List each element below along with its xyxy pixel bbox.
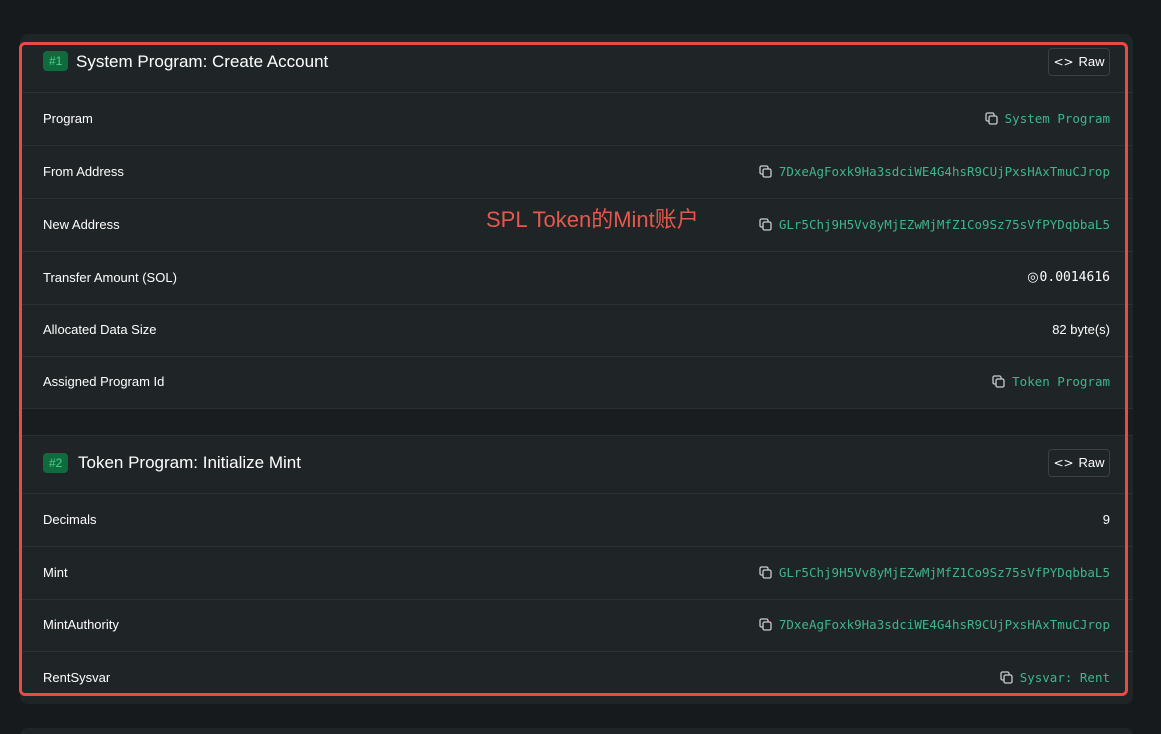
row-rent-sysvar: RentSysvar Sysvar: Rent bbox=[20, 652, 1133, 704]
row-label: MintAuthority bbox=[43, 617, 119, 632]
row-label: Transfer Amount (SOL) bbox=[43, 270, 177, 285]
instruction-2: #2 Token Program: Initialize Mint <> Raw … bbox=[20, 435, 1133, 704]
assigned-program-link[interactable]: Token Program bbox=[992, 356, 1110, 408]
copy-icon[interactable] bbox=[759, 218, 772, 231]
row-label: Assigned Program Id bbox=[43, 374, 165, 389]
copy-icon[interactable] bbox=[984, 112, 998, 125]
row-program: Program System Program bbox=[20, 93, 1133, 146]
raw-button[interactable]: <> Raw bbox=[1048, 48, 1110, 76]
code-icon: <> bbox=[1053, 55, 1074, 69]
instruction-title: Token Program: Initialize Mint bbox=[78, 453, 301, 472]
row-label: Decimals bbox=[43, 512, 97, 527]
row-value[interactable]: Sysvar: Rent bbox=[1020, 670, 1110, 685]
raw-button[interactable]: <> Raw bbox=[1048, 449, 1110, 477]
row-label: Allocated Data Size bbox=[43, 322, 157, 337]
row-value[interactable]: 7DxeAgFoxk9Ha3sdciWE4G4hsR9CUjPxsHAxTmuC… bbox=[779, 617, 1110, 632]
row-value[interactable]: System Program bbox=[1005, 111, 1110, 126]
row-value[interactable]: Token Program bbox=[1012, 374, 1110, 389]
instruction-number-badge: #1 bbox=[43, 51, 69, 71]
copy-icon[interactable] bbox=[759, 165, 772, 178]
code-icon: <> bbox=[1053, 456, 1074, 470]
row-value[interactable]: GLr5Chj9H5Vv8yMjEZwMjMfZ1Co9Sz75sVfPYDqb… bbox=[779, 217, 1110, 232]
copy-icon[interactable] bbox=[992, 375, 1005, 388]
transfer-amount-value: ◎0.0014616 bbox=[1027, 252, 1110, 304]
sol-icon: ◎ bbox=[1027, 270, 1039, 285]
copy-icon[interactable] bbox=[759, 618, 772, 631]
row-label: RentSysvar bbox=[43, 670, 111, 685]
row-value: 0.0014616 bbox=[1039, 270, 1110, 285]
allocated-size-value: 82 byte(s) bbox=[1052, 322, 1110, 337]
row-allocated-size: Allocated Data Size 82 byte(s) bbox=[20, 304, 1133, 357]
copy-icon[interactable] bbox=[1000, 671, 1013, 684]
from-address-link[interactable]: 7DxeAgFoxk9Ha3sdciWE4G4hsR9CUjPxsHAxTmuC… bbox=[759, 146, 1110, 198]
instruction-2-header: #2 Token Program: Initialize Mint <> Raw bbox=[20, 435, 1133, 494]
instruction-1-header: #1 System Program: Create Account <> Raw bbox=[20, 34, 1133, 93]
row-label: Program bbox=[43, 111, 93, 126]
row-mint: Mint GLr5Chj9H5Vv8yMjEZwMjMfZ1Co9Sz75sVf… bbox=[20, 547, 1133, 600]
instruction-title: System Program: Create Account bbox=[76, 52, 329, 71]
instructions-card: #1 System Program: Create Account <> Raw … bbox=[20, 34, 1133, 704]
rent-sysvar-link[interactable]: Sysvar: Rent bbox=[1000, 652, 1110, 704]
instruction-number-badge: #2 bbox=[43, 453, 69, 473]
annotation-label: SPL Token的Mint账户 bbox=[486, 207, 699, 232]
row-assigned-program: Assigned Program Id Token Program bbox=[20, 356, 1133, 408]
raw-button-label: Raw bbox=[1078, 54, 1105, 69]
row-label: Mint bbox=[43, 565, 68, 580]
row-label: From Address bbox=[43, 164, 124, 179]
page: #1 System Program: Create Account <> Raw … bbox=[0, 0, 1161, 734]
row-decimals: Decimals 9 bbox=[20, 494, 1133, 547]
instruction-separator bbox=[20, 408, 1133, 436]
next-card-edge bbox=[20, 728, 1133, 734]
row-transfer-amount: Transfer Amount (SOL) ◎0.0014616 bbox=[20, 252, 1133, 305]
row-from-address: From Address 7DxeAgFoxk9Ha3sdciWE4G4hsR9… bbox=[20, 146, 1133, 199]
decimals-value: 9 bbox=[1102, 512, 1110, 527]
copy-icon[interactable] bbox=[759, 566, 772, 579]
program-link[interactable]: System Program bbox=[984, 93, 1110, 145]
new-address-link[interactable]: GLr5Chj9H5Vv8yMjEZwMjMfZ1Co9Sz75sVfPYDqb… bbox=[759, 199, 1110, 251]
row-value[interactable]: GLr5Chj9H5Vv8yMjEZwMjMfZ1Co9Sz75sVfPYDqb… bbox=[779, 565, 1110, 580]
raw-button-label: Raw bbox=[1078, 455, 1105, 470]
row-mint-authority: MintAuthority 7DxeAgFoxk9Ha3sdciWE4G4hsR… bbox=[20, 599, 1133, 652]
row-label: New Address bbox=[43, 217, 120, 232]
mint-authority-link[interactable]: 7DxeAgFoxk9Ha3sdciWE4G4hsR9CUjPxsHAxTmuC… bbox=[759, 599, 1110, 651]
row-value[interactable]: 7DxeAgFoxk9Ha3sdciWE4G4hsR9CUjPxsHAxTmuC… bbox=[779, 164, 1110, 179]
mint-link[interactable]: GLr5Chj9H5Vv8yMjEZwMjMfZ1Co9Sz75sVfPYDqb… bbox=[759, 547, 1110, 599]
